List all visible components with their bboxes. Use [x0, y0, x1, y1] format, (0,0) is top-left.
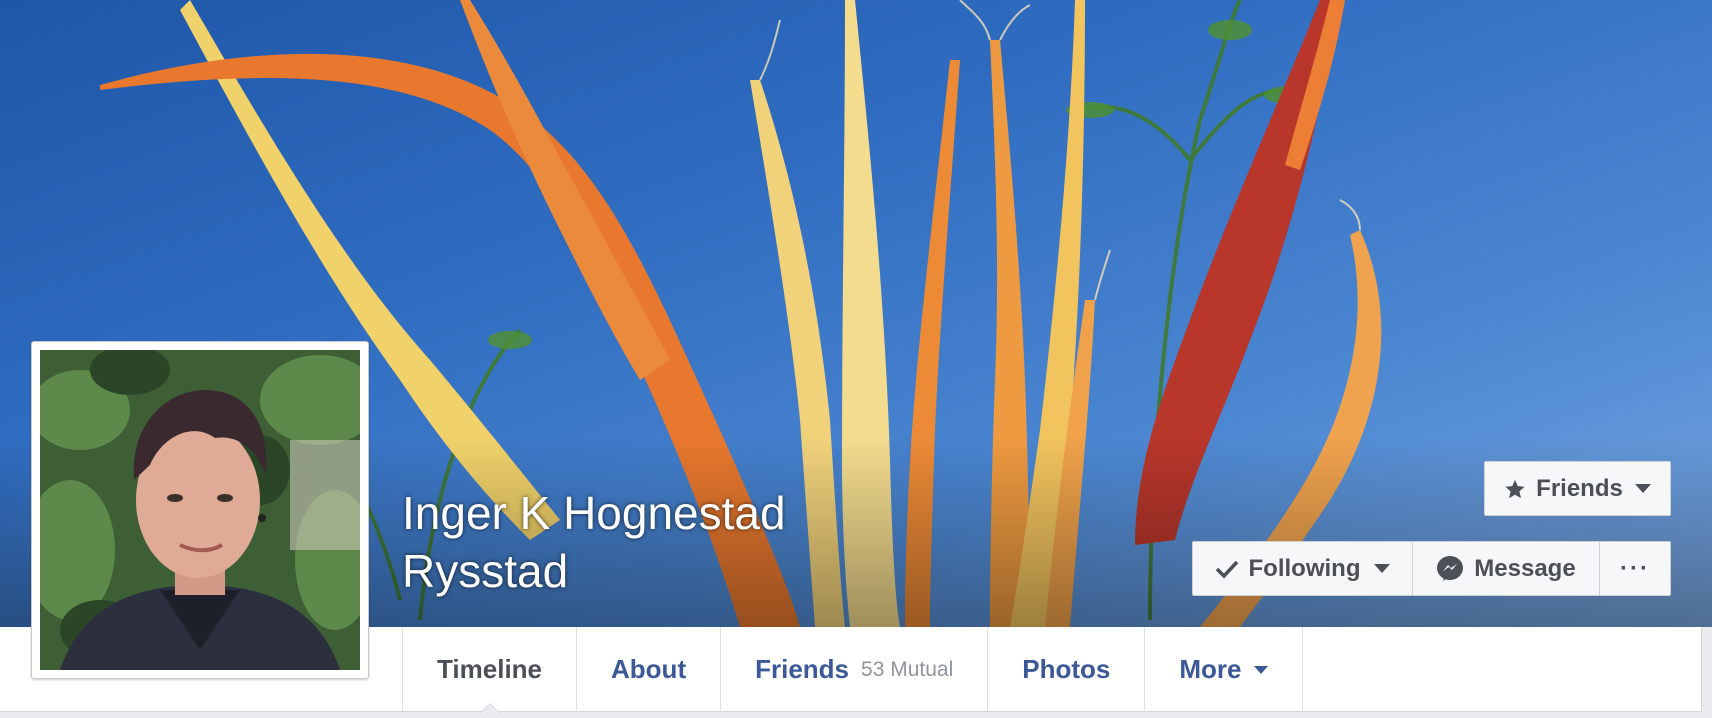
profile-name-line1[interactable]: Inger K Hognestad — [402, 484, 862, 542]
ellipsis-icon: ··· — [1620, 554, 1650, 582]
message-button[interactable]: Message — [1413, 542, 1600, 595]
tab-timeline[interactable]: Timeline — [403, 627, 578, 713]
tab-timeline-label: Timeline — [437, 654, 543, 684]
checkmark-icon — [1215, 559, 1239, 579]
messenger-icon — [1436, 555, 1464, 583]
friends-button[interactable]: Friends — [1484, 461, 1671, 516]
tab-friends-label: Friends — [755, 654, 850, 684]
tab-photos[interactable]: Photos — [988, 627, 1146, 712]
tab-about-label: About — [611, 654, 687, 684]
profile-page: Inger K Hognestad Rysstad Friends Follow… — [0, 0, 1712, 718]
following-button-label: Following — [1248, 554, 1361, 582]
tab-about[interactable]: About — [577, 627, 722, 712]
active-tab-indicator — [479, 703, 500, 713]
tab-friends[interactable]: Friends 53 Mutual — [721, 627, 989, 712]
more-options-button[interactable]: ··· — [1600, 542, 1670, 595]
tab-more[interactable]: More — [1145, 627, 1303, 712]
tab-more-label: More — [1179, 654, 1242, 684]
message-button-label: Message — [1474, 554, 1576, 582]
caret-down-icon — [1374, 564, 1391, 573]
tab-photos-label: Photos — [1022, 654, 1111, 684]
profile-action-group: Following Message ··· — [1192, 541, 1671, 596]
mutual-friends-count: 53 Mutual — [861, 657, 954, 681]
caret-down-icon — [1634, 484, 1651, 493]
profile-picture[interactable] — [31, 341, 369, 679]
caret-down-icon — [1253, 665, 1268, 674]
following-button[interactable]: Following — [1193, 542, 1413, 595]
profile-name[interactable]: Inger K Hognestad Rysstad — [402, 484, 862, 600]
star-icon — [1504, 478, 1526, 500]
profile-name-line2[interactable]: Rysstad — [402, 542, 862, 600]
profile-tabs: Timeline About Friends 53 Mutual Photos … — [402, 627, 1303, 713]
friends-button-label: Friends — [1536, 474, 1623, 502]
profile-photo-illustration — [40, 350, 360, 670]
